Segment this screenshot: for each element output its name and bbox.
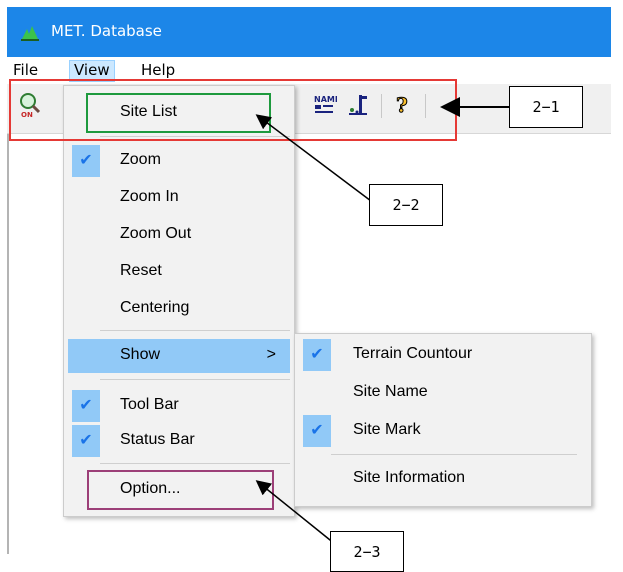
arrow-2-2 xyxy=(255,114,376,205)
callout-2-2: 2−2 xyxy=(369,184,443,226)
callout-2-1: 2−1 xyxy=(509,86,583,128)
arrow-2-3 xyxy=(255,480,336,545)
callout-2-3: 2−3 xyxy=(330,531,404,572)
